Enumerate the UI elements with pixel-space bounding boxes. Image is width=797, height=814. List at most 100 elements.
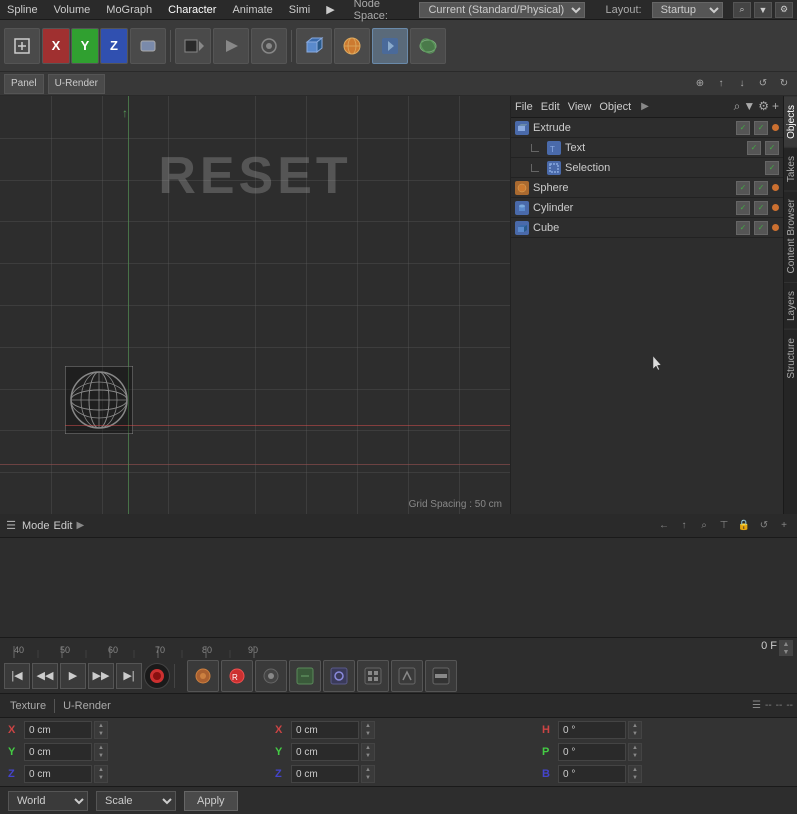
- tab-urender[interactable]: U-Render: [57, 700, 117, 712]
- mode-menu-icon[interactable]: ☰: [4, 519, 18, 533]
- coord-x-input[interactable]: [24, 721, 92, 739]
- menu-character[interactable]: Character: [165, 4, 219, 16]
- coord-b-spinner[interactable]: ▲▼: [628, 765, 642, 783]
- pb-icon-6[interactable]: [357, 660, 389, 692]
- objects-object-menu[interactable]: Object: [599, 101, 631, 113]
- object-icon-btn[interactable]: [130, 28, 166, 64]
- obj-extrude[interactable]: Extrude ✓ ✓: [511, 118, 783, 138]
- sphere-object[interactable]: [65, 366, 133, 434]
- layout-select[interactable]: Startup: [652, 2, 723, 18]
- pb-icon-3[interactable]: [255, 660, 287, 692]
- pb-icon-8[interactable]: [425, 660, 457, 692]
- objects-expand-icon[interactable]: ▶: [641, 101, 649, 112]
- panel-tab[interactable]: Panel: [4, 74, 44, 94]
- pb-next-key[interactable]: ▶▶: [88, 663, 114, 689]
- menu-spline[interactable]: Spline: [4, 4, 41, 16]
- b-spin-dn[interactable]: ▼: [629, 774, 641, 782]
- obj-cylinder[interactable]: Cylinder ✓ ✓: [511, 198, 783, 218]
- p-spin-dn[interactable]: ▼: [629, 752, 641, 760]
- pb-record[interactable]: [144, 663, 170, 689]
- y-spin-dn[interactable]: ▼: [95, 752, 107, 760]
- coord-p-input[interactable]: [558, 743, 626, 761]
- coord-sy-spinner[interactable]: ▲▼: [361, 743, 375, 761]
- t2-icon-2[interactable]: ↑: [712, 75, 730, 93]
- sy-spin-up[interactable]: ▲: [362, 744, 374, 752]
- vtab-takes[interactable]: Takes: [784, 147, 797, 190]
- obj-sphere[interactable]: Sphere ✓ ✓: [511, 178, 783, 198]
- bottom-menu-icon[interactable]: ☰: [752, 700, 761, 711]
- pb-icon-7[interactable]: [391, 660, 423, 692]
- pb-icon-2[interactable]: R: [221, 660, 253, 692]
- vtab-layers[interactable]: Layers: [784, 282, 797, 329]
- vtab-content[interactable]: Content Browser: [784, 190, 797, 281]
- t2-icon-4[interactable]: ↺: [754, 75, 772, 93]
- obj-cube-check2[interactable]: ✓: [754, 221, 768, 235]
- menu-arrow[interactable]: ▶: [323, 3, 337, 16]
- obj-cylinder-check[interactable]: ✓: [736, 201, 750, 215]
- mode-btn[interactable]: Mode: [22, 520, 50, 532]
- x-axis-btn[interactable]: X: [42, 28, 70, 64]
- x-spin-dn[interactable]: ▼: [95, 730, 107, 738]
- menu-volume[interactable]: Volume: [51, 4, 94, 16]
- timeline-track[interactable]: 40 50 60 70 80 90: [0, 638, 737, 658]
- mode-fwd-icon[interactable]: ↑: [675, 517, 693, 535]
- urender-tab[interactable]: U-Render: [48, 74, 105, 94]
- z-spin-dn[interactable]: ▼: [95, 774, 107, 782]
- mode-expand-icon[interactable]: ▶: [77, 520, 85, 531]
- obj-add-icon[interactable]: +: [772, 99, 779, 114]
- tab-texture[interactable]: Texture: [4, 700, 52, 712]
- obj-cylinder-check2[interactable]: ✓: [754, 201, 768, 215]
- scroll-down[interactable]: ▼: [779, 648, 793, 656]
- t2-icon-5[interactable]: ↻: [775, 75, 793, 93]
- p-spin-up[interactable]: ▲: [629, 744, 641, 752]
- obj-text[interactable]: T Text ✓ ✓: [511, 138, 783, 158]
- menu-animate[interactable]: Animate: [229, 4, 275, 16]
- coord-sz-input[interactable]: [291, 765, 359, 783]
- viewport[interactable]: ↑ RESET Grid Spacing : 50 cm: [0, 96, 511, 514]
- obj-cube-check[interactable]: ✓: [736, 221, 750, 235]
- world-select[interactable]: World: [8, 791, 88, 811]
- search-icon[interactable]: ⌕: [733, 2, 751, 18]
- edit-btn[interactable]: Edit: [54, 520, 73, 532]
- coord-y-spinner[interactable]: ▲▼: [94, 743, 108, 761]
- play-btn[interactable]: [213, 28, 249, 64]
- sz-spin-dn[interactable]: ▼: [362, 774, 374, 782]
- obj-filter-icon[interactable]: ▼: [743, 99, 755, 114]
- vtab-structure[interactable]: Structure: [784, 329, 797, 387]
- t2-icon-1[interactable]: ⊕: [691, 75, 709, 93]
- pb-prev-key[interactable]: ◀◀: [32, 663, 58, 689]
- mode-back-icon[interactable]: ←: [655, 517, 673, 535]
- y-spin-up[interactable]: ▲: [95, 744, 107, 752]
- pb-to-end[interactable]: ▶|: [116, 663, 142, 689]
- objects-edit-menu[interactable]: Edit: [541, 101, 560, 113]
- menu-simi[interactable]: Simi: [286, 4, 313, 16]
- obj-selection-check[interactable]: ✓: [765, 161, 779, 175]
- obj-selection[interactable]: Selection ✓: [511, 158, 783, 178]
- obj-sphere-check2[interactable]: ✓: [754, 181, 768, 195]
- b-spin-up[interactable]: ▲: [629, 766, 641, 774]
- cube-btn[interactable]: [296, 28, 332, 64]
- h-spin-up[interactable]: ▲: [629, 722, 641, 730]
- obj-search-icon[interactable]: ⌕: [734, 99, 741, 114]
- coord-h-spinner[interactable]: ▲▼: [628, 721, 642, 739]
- new-btn[interactable]: [4, 28, 40, 64]
- pb-icon-4[interactable]: [289, 660, 321, 692]
- pb-icon-1[interactable]: [187, 660, 219, 692]
- objects-view-menu[interactable]: View: [568, 101, 592, 113]
- scale-select[interactable]: Scale: [96, 791, 176, 811]
- x-spin-up[interactable]: ▲: [95, 722, 107, 730]
- coord-p-spinner[interactable]: ▲▼: [628, 743, 642, 761]
- menu-mograph[interactable]: MoGraph: [103, 4, 155, 16]
- pb-play[interactable]: ▶: [60, 663, 86, 689]
- obj-sphere-check[interactable]: ✓: [736, 181, 750, 195]
- coord-sx-spinner[interactable]: ▲▼: [361, 721, 375, 739]
- mode-filter-icon[interactable]: ⊤: [715, 517, 733, 535]
- pb-icon-5[interactable]: [323, 660, 355, 692]
- mode-search-icon[interactable]: ⌕: [695, 517, 713, 535]
- obj-extrude-check[interactable]: ✓: [736, 121, 750, 135]
- z-axis-btn[interactable]: Z: [100, 28, 128, 64]
- scroll-up[interactable]: ▲: [779, 640, 793, 648]
- vtab-objects[interactable]: Objects: [784, 96, 797, 147]
- obj-text-check[interactable]: ✓: [747, 141, 761, 155]
- obj-extrude-check2[interactable]: ✓: [754, 121, 768, 135]
